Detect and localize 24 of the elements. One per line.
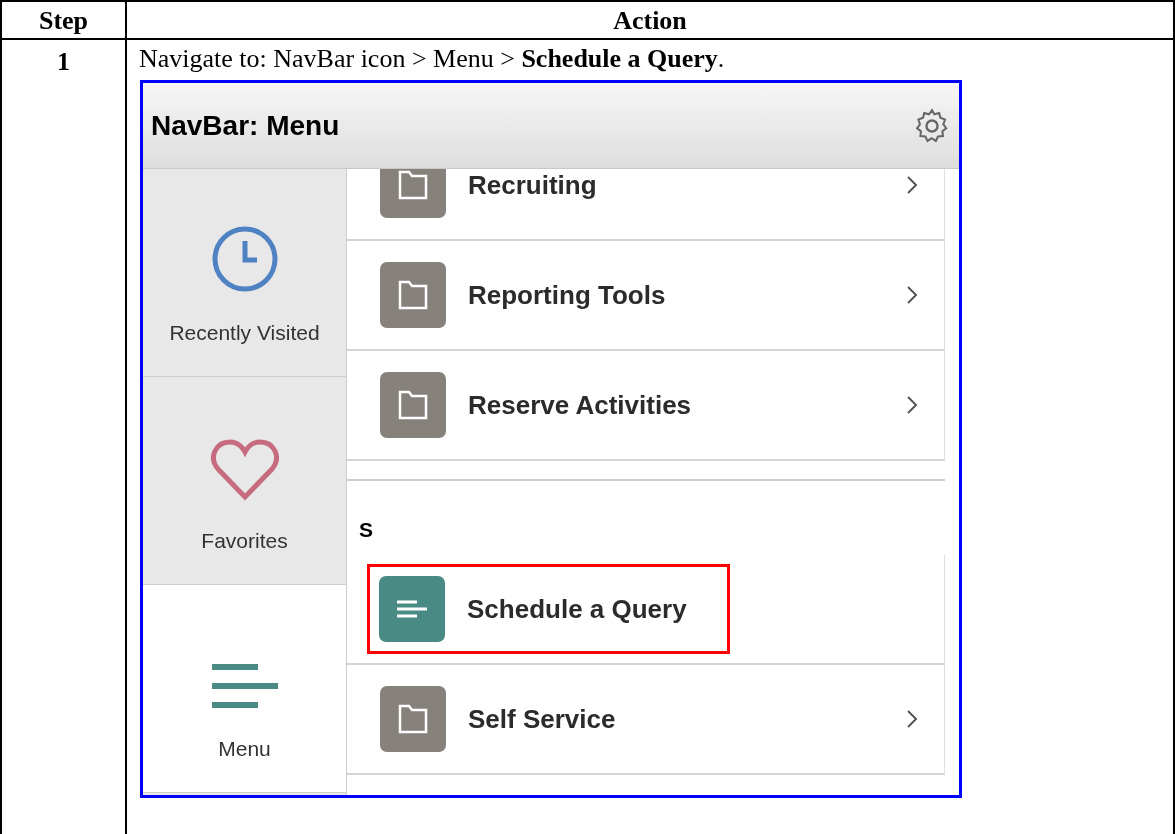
column-header: Action	[127, 2, 1175, 38]
menu-item[interactable]: Reserve Activities	[377, 360, 705, 450]
step-number: 1	[57, 46, 70, 78]
folder-icon	[380, 372, 446, 438]
chevron-right-icon	[906, 285, 918, 305]
chevron-right-icon	[906, 709, 918, 729]
folder-icon	[380, 262, 446, 328]
folder-icon	[380, 686, 446, 752]
clock-icon	[210, 224, 279, 293]
window-title: NavBar: Menu	[151, 108, 340, 143]
menu-item[interactable]: Schedule a Query	[367, 564, 730, 654]
column-header: Step	[0, 2, 127, 38]
menu-icon	[211, 662, 278, 709]
sidebar-tab[interactable]: Menu	[143, 585, 346, 793]
menu-item[interactable]: Self Service	[377, 674, 629, 764]
chevron-right-icon	[906, 175, 918, 195]
section-letter: S	[359, 516, 373, 543]
menu-item[interactable]: Recruiting	[377, 169, 610, 230]
settings-icon[interactable]	[913, 106, 951, 145]
heart-icon	[209, 438, 280, 501]
instruction-text: Navigate to: NavBar icon > Menu > Schedule a Query.	[139, 43, 726, 75]
menu-item[interactable]: Reporting Tools	[377, 250, 679, 340]
chevron-right-icon	[906, 395, 918, 415]
document-icon	[379, 576, 445, 642]
